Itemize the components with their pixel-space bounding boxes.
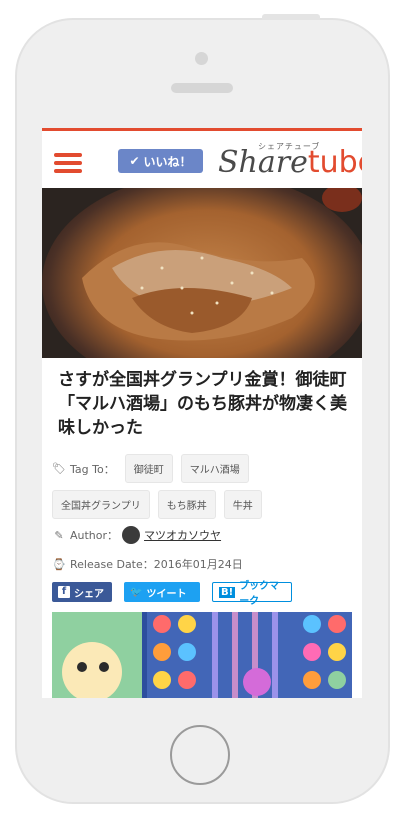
speaker	[171, 83, 233, 93]
tag-row-2: 全国丼グランプリ もち豚丼 牛丼	[52, 490, 270, 519]
tag-item[interactable]: マルハ酒場	[180, 454, 249, 483]
site-logo[interactable]: シェアチューブ Sharetube	[218, 141, 362, 187]
camera	[195, 52, 208, 65]
share-row: f シェア 🐦 ツイート B! ブックマーク	[52, 581, 292, 607]
hatena-label: ブックマーク	[239, 581, 280, 607]
author-row: ✎ Author： マツオカソウヤ	[52, 526, 221, 544]
home-button[interactable]	[170, 725, 230, 785]
tag-row: 🏷 Tag To： 御徒町 マルハ酒場	[52, 454, 257, 483]
hatena-icon: B!	[219, 586, 236, 598]
facebook-share-button[interactable]: f シェア	[52, 582, 112, 602]
clock-icon: ⌚	[52, 557, 66, 571]
ad-banner[interactable]	[52, 612, 352, 698]
pencil-icon: ✎	[54, 528, 64, 542]
screen: ✔ いいね！ シェアチューブ Sharetube	[42, 128, 362, 698]
tag-item[interactable]: 牛丼	[223, 490, 262, 519]
site-header: ✔ いいね！ シェアチューブ Sharetube	[42, 128, 362, 188]
release-date: Release Date：2016年01月24日	[70, 558, 243, 571]
power-button	[262, 14, 320, 20]
check-icon: ✔	[129, 154, 140, 168]
author-label: Author：	[70, 529, 119, 542]
tag-item[interactable]: 全国丼グランプリ	[52, 490, 150, 519]
twitter-label: ツイート	[146, 588, 187, 600]
logo-text: Share	[218, 145, 308, 180]
tag-icon: 🏷	[52, 462, 66, 475]
twitter-share-button[interactable]: 🐦 ツイート	[124, 582, 200, 602]
like-button[interactable]: ✔ いいね！	[118, 149, 203, 173]
twitter-icon: 🐦	[130, 586, 143, 598]
release-row: ⌚ Release Date：2016年01月24日	[52, 556, 243, 572]
article-title[interactable]: さすが全国丼グランプリ金賞！御徒町「マルハ酒場」のもち豚丼が物凄く美味しかった	[58, 368, 348, 440]
author-avatar	[122, 526, 141, 544]
tag-label: Tag To：	[70, 462, 115, 476]
hatena-bookmark-button[interactable]: B! ブックマーク	[212, 581, 292, 607]
menu-icon[interactable]	[54, 153, 82, 173]
author-link[interactable]: マツオカソウヤ	[144, 527, 221, 543]
facebook-label: シェア	[74, 588, 104, 600]
tag-item[interactable]: もち豚丼	[157, 490, 216, 519]
hero-image	[42, 188, 362, 358]
facebook-icon: f	[58, 586, 70, 598]
tag-item[interactable]: 御徒町	[124, 454, 173, 483]
like-label: いいね！	[143, 154, 192, 169]
logo-accent: tube	[307, 145, 362, 180]
